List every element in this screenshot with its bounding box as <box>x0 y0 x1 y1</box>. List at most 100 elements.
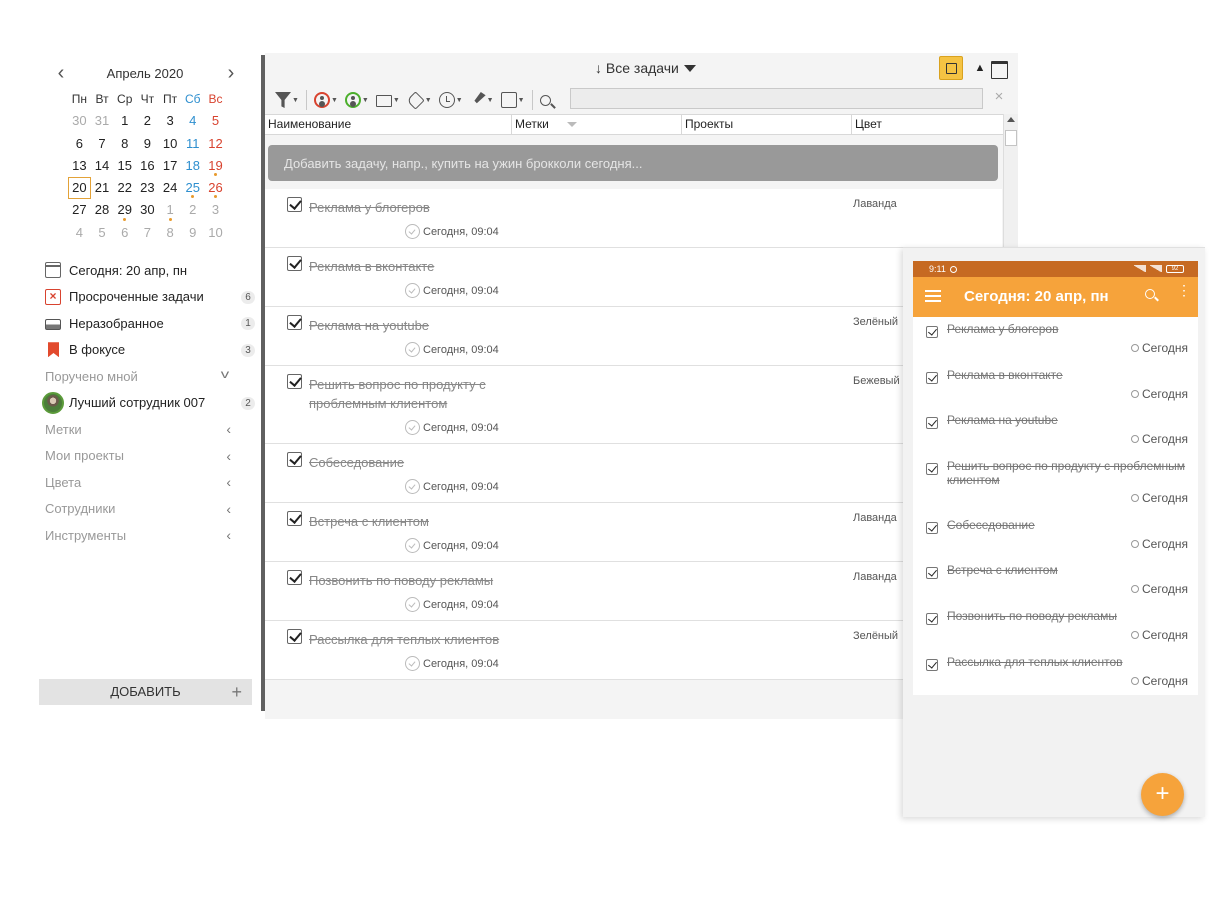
sidebar-item-overdue[interactable]: × Просроченные задачи 6 <box>39 284 259 311</box>
task-checkbox[interactable] <box>926 658 938 671</box>
add-task-fab[interactable]: + <box>1141 773 1184 816</box>
task-checkbox[interactable] <box>287 511 302 526</box>
calendar-day[interactable]: 14 <box>91 155 114 177</box>
task-name[interactable]: Позвонить по поводу рекламы <box>309 571 519 590</box>
menu-icon[interactable] <box>925 290 941 302</box>
add-task-input[interactable] <box>268 145 998 181</box>
calendar-day[interactable]: 10 <box>159 133 182 155</box>
task-row[interactable]: Встреча с клиентом Сегодня, 09:04 Лаванда <box>265 503 1002 562</box>
task-row[interactable]: Собеседование Сегодня, 09:04 <box>265 444 1002 503</box>
sidebar-item-employee[interactable]: Лучший сотрудник 007 2 <box>39 390 259 417</box>
calendar-day[interactable]: 22 <box>113 177 136 199</box>
status-filter-button[interactable]: ▼ <box>500 89 525 111</box>
calendar-day[interactable]: 9 <box>181 222 204 244</box>
task-checkbox[interactable] <box>926 567 938 580</box>
calendar-day[interactable]: 27 <box>68 199 91 221</box>
calendar-day[interactable]: 11 <box>181 133 204 155</box>
task-name[interactable]: Реклама у блогеров <box>309 198 519 217</box>
next-month-button[interactable]: › <box>221 63 241 84</box>
calendar-day[interactable]: 7 <box>91 133 114 155</box>
calendar-day[interactable]: 6 <box>68 133 91 155</box>
calendar-day[interactable]: 1 <box>113 110 136 132</box>
calendar-day[interactable]: 15 <box>113 155 136 177</box>
calendar-day[interactable]: 18 <box>181 155 204 177</box>
calendar-day[interactable]: 16 <box>136 155 159 177</box>
calendar-day[interactable]: 26 <box>204 177 227 199</box>
task-checkbox[interactable] <box>287 452 302 467</box>
task-row[interactable]: Решить вопрос по продукту с проблемным к… <box>265 366 1002 444</box>
calendar-day[interactable]: 28 <box>91 199 114 221</box>
task-checkbox[interactable] <box>287 197 302 212</box>
task-name[interactable]: Решить вопрос по продукту с проблемным к… <box>309 375 519 413</box>
calendar-day[interactable]: 31 <box>91 110 114 132</box>
calendar-day[interactable]: 13 <box>68 155 91 177</box>
task-name[interactable]: Встреча с клиентом <box>309 512 519 531</box>
calendar-day[interactable]: 29 <box>113 199 136 222</box>
close-icon[interactable]: × <box>991 88 1007 108</box>
calendar-view-button[interactable] <box>989 56 1013 80</box>
tag-filter-button[interactable]: ▼ <box>406 89 432 111</box>
calendar-day[interactable]: 5 <box>204 110 227 132</box>
phone-task-row[interactable]: Решить вопрос по продукту с проблемным к… <box>913 454 1198 513</box>
calendar-day[interactable]: 20 <box>68 177 91 200</box>
calendar-day[interactable]: 30 <box>136 199 159 221</box>
phone-task-row[interactable]: Встреча с клиентом Сегодня <box>913 558 1198 604</box>
task-checkbox[interactable] <box>926 326 938 338</box>
sidebar-item-inbox[interactable]: Неразобранное 1 <box>39 310 259 337</box>
search-input[interactable] <box>570 88 983 109</box>
sidebar-group-tags[interactable]: Метки ‹ <box>39 416 259 443</box>
task-name[interactable]: Рассылка для теплых клиентов <box>309 630 519 649</box>
more-icon[interactable]: ⋮ <box>1177 283 1191 305</box>
calendar-day[interactable]: 4 <box>181 110 204 132</box>
task-name[interactable]: Реклама на youtube <box>309 316 519 335</box>
add-button[interactable]: ДОБАВИТЬ + <box>39 679 252 705</box>
show-completed-toggle[interactable] <box>939 56 963 80</box>
task-view-selector[interactable]: ↓ Все задачи <box>595 60 696 76</box>
task-row[interactable]: Реклама в вконтакте Сегодня, 09:04 <box>265 248 1002 307</box>
task-checkbox[interactable] <box>287 256 302 271</box>
task-row[interactable]: Реклама у блогеров Сегодня, 09:04 Лаванда <box>265 189 1002 248</box>
scrollbar-thumb[interactable] <box>1005 130 1017 146</box>
task-checkbox[interactable] <box>926 612 938 625</box>
column-header-name[interactable]: Наименование <box>265 115 511 134</box>
column-header-projects[interactable]: Проекты <box>681 115 851 134</box>
task-name[interactable]: Реклама в вконтакте <box>309 257 519 276</box>
task-checkbox[interactable] <box>287 570 302 585</box>
calendar-day[interactable]: 23 <box>136 177 159 199</box>
calendar-day[interactable]: 6 <box>113 222 136 244</box>
prev-month-button[interactable]: ‹ <box>51 63 71 84</box>
calendar-day[interactable]: 9 <box>136 133 159 155</box>
task-checkbox[interactable] <box>926 521 938 534</box>
calendar-day[interactable]: 5 <box>91 222 114 244</box>
task-row[interactable]: Рассылка для теплых клиентов Сегодня, 09:… <box>265 621 1002 680</box>
calendar-day[interactable]: 2 <box>181 199 204 221</box>
calendar-day[interactable]: 17 <box>159 155 182 177</box>
task-checkbox[interactable] <box>926 417 938 430</box>
calendar-day[interactable]: 12 <box>204 133 227 155</box>
performer-filter-button[interactable]: ▼ <box>344 89 369 111</box>
task-checkbox[interactable] <box>287 374 302 389</box>
calendar-day[interactable]: 1 <box>159 199 182 222</box>
calendar-day[interactable]: 21 <box>91 177 114 199</box>
task-row[interactable]: Позвонить по поводу рекламы Сегодня, 09:0… <box>265 562 1002 621</box>
phone-task-row[interactable]: Реклама на youtube Сегодня <box>913 408 1198 454</box>
task-checkbox[interactable] <box>287 315 302 330</box>
column-header-tags[interactable]: Метки <box>511 115 681 134</box>
color-filter-button[interactable]: ▼ <box>470 89 494 111</box>
calendar-day[interactable]: 19 <box>204 155 227 177</box>
search-icon[interactable] <box>1145 289 1155 299</box>
task-name[interactable]: Собеседование <box>309 453 519 472</box>
calendar-day[interactable]: 4 <box>68 222 91 244</box>
calendar-day[interactable]: 8 <box>159 222 182 244</box>
phone-task-row[interactable]: Собеседование Сегодня <box>913 513 1198 559</box>
calendar-day[interactable]: 10 <box>204 222 227 244</box>
calendar-day[interactable]: 30 <box>68 110 91 132</box>
time-filter-button[interactable]: ▼ <box>438 89 463 111</box>
sidebar-group-tools[interactable]: Инструменты ‹ <box>39 522 259 549</box>
sidebar-group-projects[interactable]: Мои проекты ‹ <box>39 443 259 470</box>
sidebar-group-assigned[interactable]: Поручено мной v <box>39 363 259 390</box>
task-checkbox[interactable] <box>926 462 938 475</box>
calendar-day[interactable]: 3 <box>159 110 182 132</box>
assignee-filter-button[interactable]: ▼ <box>313 89 338 111</box>
sidebar-group-colors[interactable]: Цвета ‹ <box>39 469 259 496</box>
